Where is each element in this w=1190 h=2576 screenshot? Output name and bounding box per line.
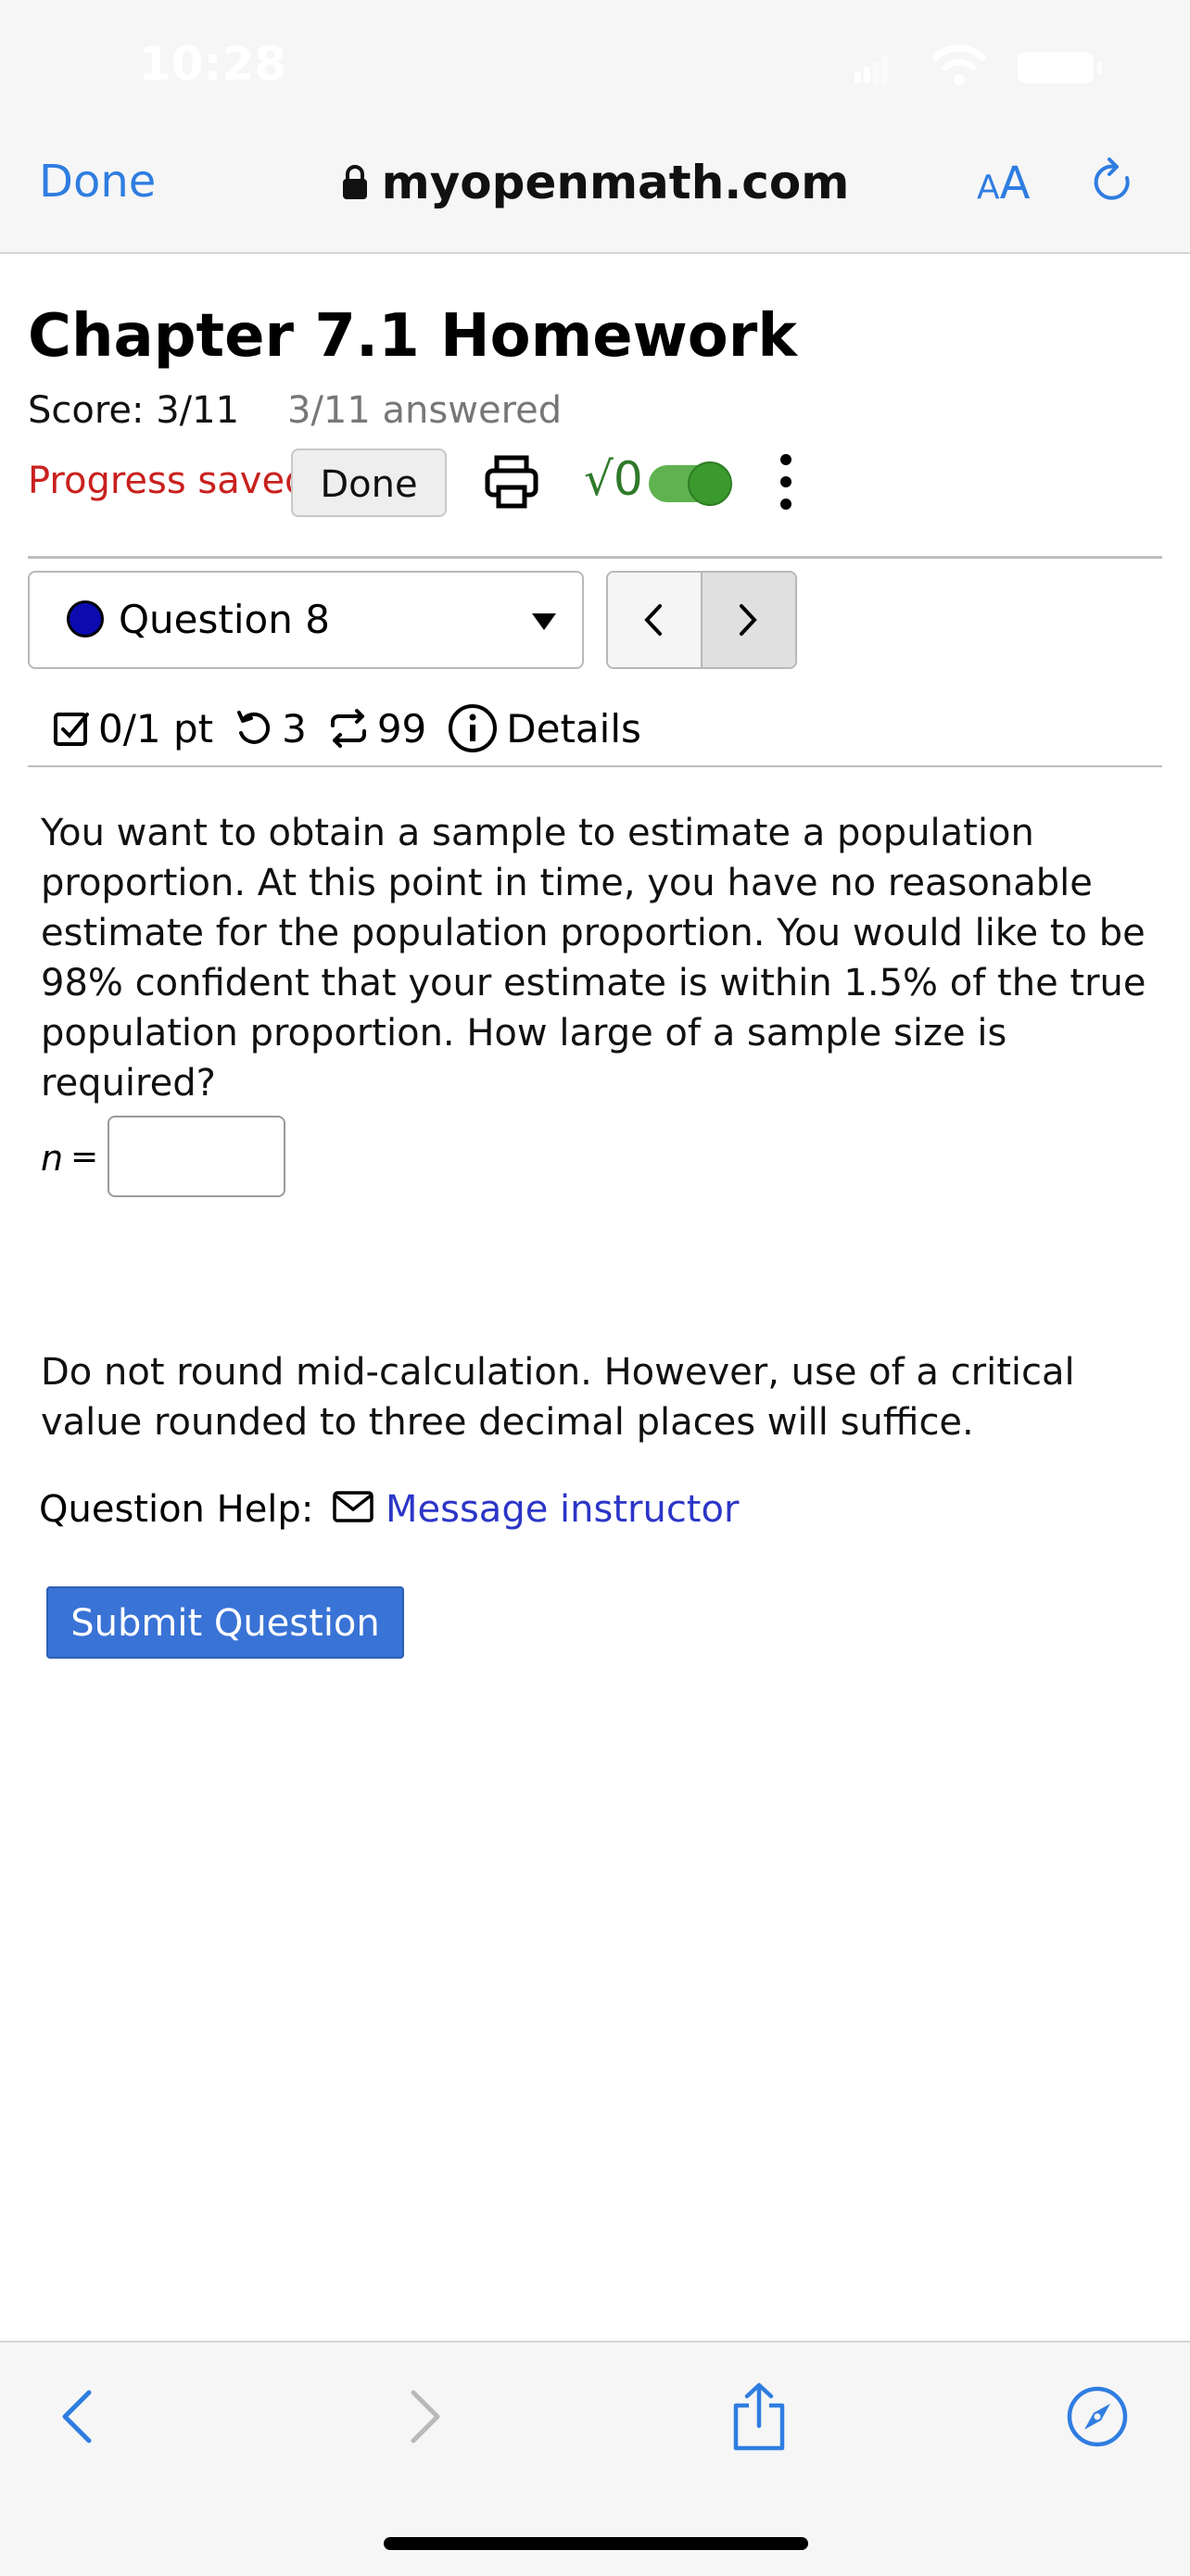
attempts-item: 3	[234, 706, 307, 751]
next-question-button[interactable]	[703, 573, 795, 667]
question-select-label: Question 8	[119, 597, 330, 642]
message-instructor-link[interactable]: Message instructor	[386, 1488, 739, 1531]
answer-variable: n	[41, 1138, 64, 1179]
score-text: Score: 3/11	[28, 389, 240, 432]
url-text: myopenmath.com	[381, 156, 850, 209]
previous-question-button[interactable]	[608, 573, 703, 667]
more-options-icon[interactable]	[775, 452, 797, 511]
answer-input[interactable]	[108, 1116, 285, 1197]
question-meta-row: 0/1 pt 3 99 Details	[52, 701, 662, 756]
answer-equals: =	[70, 1138, 99, 1176]
divider	[28, 765, 1162, 767]
versions-text: 99	[376, 705, 427, 751]
reload-icon[interactable]	[1092, 156, 1138, 209]
question-nav-group	[606, 571, 797, 669]
answered-count: 3/11 answered	[287, 389, 563, 432]
info-icon	[449, 704, 498, 752]
math-entry-toggle[interactable]	[649, 461, 732, 506]
submit-question-button[interactable]: Submit Question	[46, 1586, 404, 1659]
battery-tip	[1097, 61, 1102, 74]
text-size-large-a: A	[999, 158, 1031, 209]
forward-icon[interactable]	[406, 2389, 445, 2444]
wifi-icon	[932, 44, 986, 85]
back-icon[interactable]	[57, 2389, 96, 2444]
regenerate-icon	[330, 709, 366, 748]
envelope-icon[interactable]	[332, 1490, 374, 1523]
assessment-done-button[interactable]: Done	[291, 448, 447, 517]
status-time: 10:28	[139, 37, 287, 91]
versions-item: 99	[327, 706, 426, 751]
points-item: 0/1 pt	[52, 706, 213, 751]
lock-icon	[342, 165, 367, 199]
divider	[28, 556, 1162, 559]
compass-icon[interactable]	[1066, 2385, 1129, 2448]
attempts-text: 3	[282, 705, 307, 751]
progress-status: Progress saved	[28, 460, 309, 502]
text-size-button[interactable]: AA	[977, 158, 1030, 209]
home-indicator	[384, 2537, 808, 2550]
battery-icon	[1018, 52, 1094, 83]
question-note: Do not round mid-calculation. However, u…	[41, 1351, 1075, 1444]
dropdown-caret-icon	[532, 613, 556, 630]
page-title: Chapter 7.1 Homework	[28, 302, 797, 371]
points-text: 0/1 pt	[98, 705, 214, 751]
text-size-small-a: A	[977, 169, 1000, 207]
math-entry-label: √0	[584, 452, 643, 506]
question-text: You want to obtain a sample to estimate …	[41, 812, 1146, 1105]
question-help-label: Question Help:	[39, 1488, 314, 1531]
retry-icon	[237, 711, 271, 744]
share-icon[interactable]	[728, 2381, 790, 2452]
print-icon[interactable]	[482, 452, 541, 511]
chevron-right-icon	[740, 604, 757, 636]
cellular-signal-icon	[855, 56, 888, 83]
checkbox-icon	[54, 713, 89, 746]
details-label: Details	[506, 705, 641, 751]
details-button[interactable]: Details	[447, 702, 641, 754]
question-status-dot	[67, 600, 104, 638]
toggle-knob	[688, 461, 732, 506]
chevron-left-icon	[644, 604, 662, 636]
